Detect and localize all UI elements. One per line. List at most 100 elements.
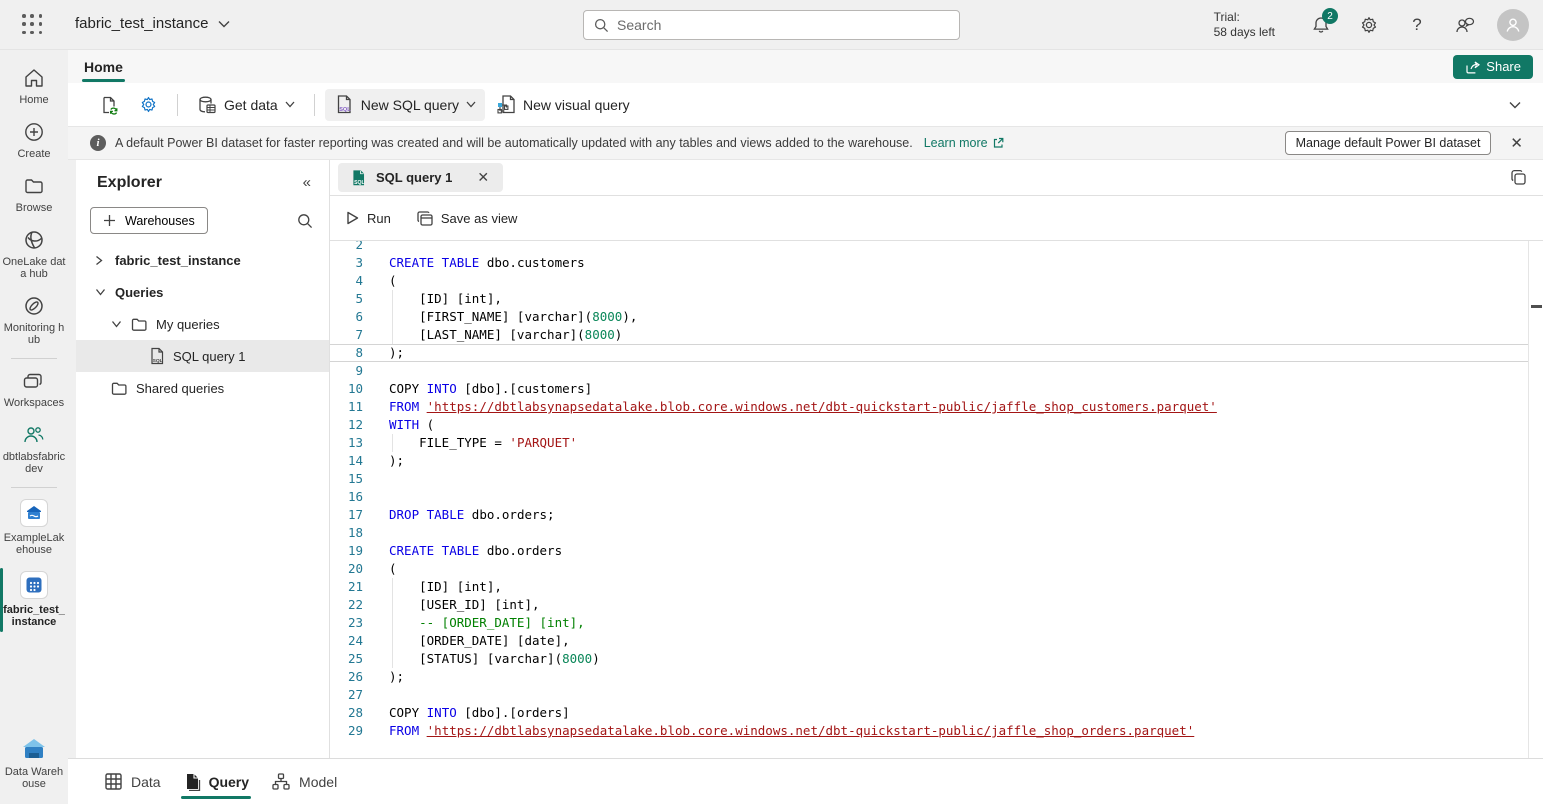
code-line-13[interactable]: 13 FILE_TYPE = 'PARQUET'	[330, 434, 1528, 452]
settings-gear-icon	[139, 95, 158, 114]
toolbar-expand-button[interactable]	[1499, 95, 1531, 115]
code-line-25[interactable]: 25 [STATUS] [varchar](8000)	[330, 650, 1528, 668]
warehouse-settings-button[interactable]	[130, 89, 167, 121]
code-line-6[interactable]: 6 [FIRST_NAME] [varchar](8000),	[330, 308, 1528, 326]
view-tab-query[interactable]: Query	[179, 760, 253, 803]
code-line-7[interactable]: 7 [LAST_NAME] [varchar](8000)	[330, 326, 1528, 344]
rail-item-monitoring-hub[interactable]: Monitoring hub	[0, 288, 68, 354]
rail-item-create[interactable]: Create	[0, 114, 68, 168]
search-input[interactable]: Search	[583, 10, 960, 40]
tab-sql-query-1[interactable]: SQL SQL query 1 ✕	[338, 163, 503, 192]
help-button[interactable]: ?	[1397, 5, 1437, 45]
feedback-button[interactable]	[1445, 5, 1485, 45]
get-data-button[interactable]: Get data	[188, 89, 304, 121]
rail-item-workspaces[interactable]: Workspaces	[0, 363, 68, 417]
database-table-icon	[197, 95, 217, 115]
tab-home[interactable]: Home	[82, 53, 125, 81]
new-sql-query-button[interactable]: SQL New SQL query	[325, 89, 485, 121]
tree-item-shared-queries[interactable]: Shared queries	[76, 372, 329, 404]
query-doc-icon	[183, 772, 201, 791]
close-tab-icon[interactable]: ✕	[475, 169, 491, 186]
view-tab-label: Query	[209, 774, 249, 790]
code-line-11[interactable]: 11FROM 'https://dbtlabsynapsedatalake.bl…	[330, 398, 1528, 416]
line-text: );	[363, 452, 404, 470]
line-text: (	[363, 560, 397, 578]
view-tab-data[interactable]: Data	[100, 760, 165, 803]
learn-more-link[interactable]: Learn more	[924, 136, 1004, 150]
data-grid-icon	[104, 772, 123, 791]
code-line-23[interactable]: 23 -- [ORDER_DATE] [int],	[330, 614, 1528, 632]
code-line-2[interactable]: 2	[330, 241, 1528, 254]
chevron-down-icon	[1509, 101, 1521, 109]
line-text: [USER_ID] [int],	[363, 596, 540, 614]
code-line-17[interactable]: 17DROP TABLE dbo.orders;	[330, 506, 1528, 524]
add-warehouses-button[interactable]: Warehouses	[90, 207, 208, 234]
code-line-26[interactable]: 26);	[330, 668, 1528, 686]
workspace-title-dropdown[interactable]: fabric_test_instance	[75, 15, 230, 32]
rail-item-browse[interactable]: Browse	[0, 168, 68, 222]
code-line-10[interactable]: 10COPY INTO [dbo].[customers]	[330, 380, 1528, 398]
code-line-24[interactable]: 24 [ORDER_DATE] [date],	[330, 632, 1528, 650]
explorer-search-icon[interactable]	[293, 211, 317, 231]
new-visual-query-button[interactable]: New visual query	[487, 89, 639, 121]
refresh-source-button[interactable]	[90, 89, 128, 121]
trial-status: Trial: 58 days left	[1214, 10, 1275, 40]
left-navigation-rail: HomeCreateBrowseOneLake data hubMonitori…	[0, 50, 68, 804]
settings-button[interactable]	[1349, 5, 1389, 45]
run-button[interactable]: Run	[346, 211, 391, 226]
tree-item-sql-query-1[interactable]: SQLSQL query 1	[76, 340, 329, 372]
share-icon	[1465, 60, 1480, 74]
rail-item-home[interactable]: Home	[0, 60, 68, 114]
create-icon	[23, 121, 45, 143]
tree-item-fabric-test-instance[interactable]: fabric_test_instance	[76, 244, 329, 276]
code-line-20[interactable]: 20(	[330, 560, 1528, 578]
lakehouse-icon	[24, 503, 44, 523]
tree-item-my-queries[interactable]: My queries	[76, 308, 329, 340]
app-launcher-icon[interactable]	[22, 14, 44, 36]
line-number: 8	[330, 345, 363, 361]
rail-item-examplelakehouse[interactable]: ExampleLakehouse	[0, 492, 68, 564]
copy-icon[interactable]	[1506, 165, 1531, 190]
rail-item-onelake-data-hub[interactable]: OneLake data hub	[0, 222, 68, 288]
manage-default-dataset-button[interactable]: Manage default Power BI dataset	[1285, 131, 1492, 155]
banner-close-icon[interactable]: ✕	[1500, 130, 1533, 156]
line-text	[363, 686, 389, 704]
line-text: COPY INTO [dbo].[orders]	[363, 704, 570, 722]
editor-overview-ruler[interactable]	[1528, 241, 1543, 758]
sql-code-editor[interactable]: 23CREATE TABLE dbo.customers4(5 [ID] [in…	[330, 241, 1543, 758]
code-line-28[interactable]: 28COPY INTO [dbo].[orders]	[330, 704, 1528, 722]
rail-item-fabric-test-instance[interactable]: fabric_test_instance	[0, 564, 68, 636]
code-line-18[interactable]: 18	[330, 524, 1528, 542]
line-number: 19	[330, 542, 363, 560]
onelake-icon	[23, 229, 45, 251]
code-line-8[interactable]: 8);	[330, 344, 1528, 362]
line-number: 15	[330, 470, 363, 488]
save-as-view-button[interactable]: Save as view	[417, 211, 518, 226]
collapse-panel-icon[interactable]: «	[297, 172, 317, 193]
code-line-27[interactable]: 27	[330, 686, 1528, 704]
code-line-12[interactable]: 12WITH (	[330, 416, 1528, 434]
explorer-title: Explorer	[97, 174, 162, 192]
line-number: 2	[330, 241, 363, 254]
code-line-14[interactable]: 14);	[330, 452, 1528, 470]
share-button[interactable]: Share	[1453, 55, 1533, 79]
code-line-3[interactable]: 3CREATE TABLE dbo.customers	[330, 254, 1528, 272]
tree-item-queries[interactable]: Queries	[76, 276, 329, 308]
view-tab-model[interactable]: Model	[267, 760, 341, 803]
code-line-19[interactable]: 19CREATE TABLE dbo.orders	[330, 542, 1528, 560]
code-line-5[interactable]: 5 [ID] [int],	[330, 290, 1528, 308]
line-number: 29	[330, 722, 363, 740]
line-number: 24	[330, 632, 363, 650]
code-line-15[interactable]: 15	[330, 470, 1528, 488]
code-line-21[interactable]: 21 [ID] [int],	[330, 578, 1528, 596]
code-line-16[interactable]: 16	[330, 488, 1528, 506]
rail-item-dbtlabsfabricdev[interactable]: dbtlabsfabricdev	[0, 417, 68, 483]
code-line-9[interactable]: 9	[330, 362, 1528, 380]
code-line-4[interactable]: 4(	[330, 272, 1528, 290]
code-line-29[interactable]: 29FROM 'https://dbtlabsynapsedatalake.bl…	[330, 722, 1528, 740]
line-number: 12	[330, 416, 363, 434]
notifications-button[interactable]: 2	[1301, 5, 1341, 45]
code-line-22[interactable]: 22 [USER_ID] [int],	[330, 596, 1528, 614]
account-avatar[interactable]	[1497, 9, 1529, 41]
rail-item-data-warehouse[interactable]: Data Warehouse	[0, 730, 68, 798]
